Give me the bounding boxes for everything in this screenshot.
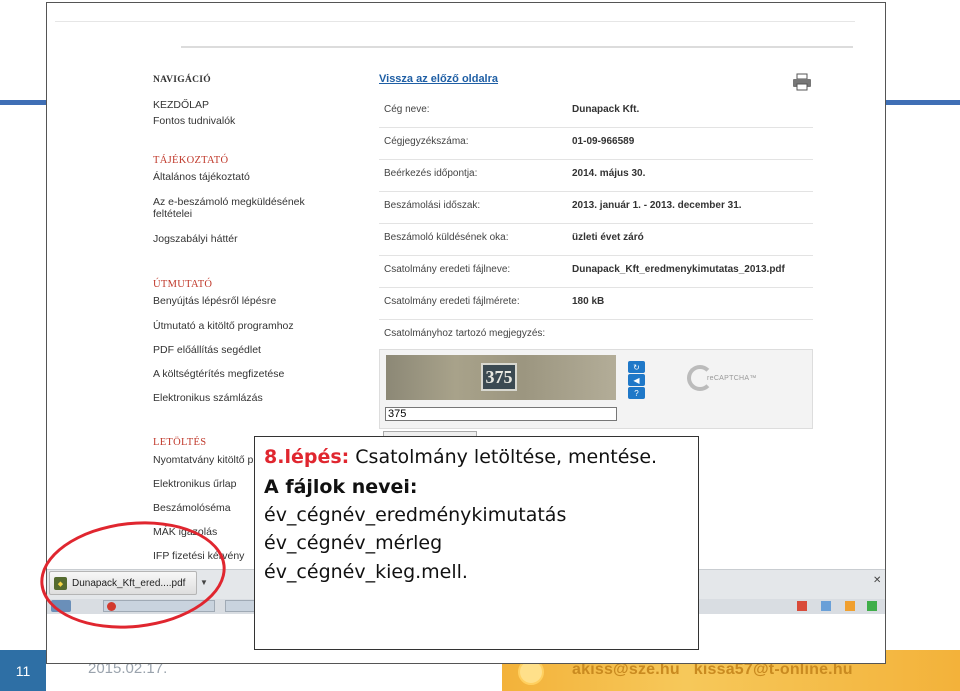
detail-label: Beszámolási időszak:: [384, 200, 481, 211]
callout-filename-2: év_cégnév_mérleg: [264, 532, 443, 554]
recaptcha-label: reCAPTCHA™: [707, 375, 757, 382]
tray-icon[interactable]: [821, 601, 831, 611]
sidebar-item-fees[interactable]: A költségtérítés megfizetése: [153, 368, 313, 380]
sidebar-item-info[interactable]: Fontos tudnivalók: [153, 115, 313, 127]
slide-accent-bar-right: [886, 100, 960, 105]
detail-row: Beszámolási időszak: 2013. január 1. - 2…: [379, 191, 813, 224]
detail-value: 01-09-966589: [572, 136, 635, 147]
nav-section-tajekoztato: TÁJÉKOZTATÓ: [153, 155, 229, 166]
slide-accent-bar-left: [0, 100, 46, 105]
callout-heading: A fájlok nevei:: [264, 476, 418, 498]
detail-label: Csatolmány eredeti fájlmérete:: [384, 296, 520, 307]
detail-value: üzleti évet záró: [572, 232, 644, 243]
instruction-callout: 8.lépés: Csatolmány letöltése, mentése. …: [254, 436, 699, 650]
sidebar-item-billing[interactable]: Elektronikus számlázás: [153, 392, 313, 404]
detail-row: Csatolmány eredeti fájlmérete: 180 kB: [379, 287, 813, 320]
help-icon[interactable]: ?: [628, 387, 645, 399]
sidebar-item-legal[interactable]: Jogszabályi háttér: [153, 233, 313, 245]
sidebar-item-pdf-helper[interactable]: PDF előállítás segédlet: [153, 344, 313, 356]
detail-label: Beérkezés időpontja:: [384, 168, 478, 179]
nav-section-letoltes: LETÖLTÉS: [153, 437, 207, 448]
tray-icon[interactable]: [867, 601, 877, 611]
detail-row: Cég neve: Dunapack Kft.: [379, 95, 813, 128]
sidebar-item-general[interactable]: Általános tájékoztató: [153, 171, 313, 183]
sidebar-item-steps[interactable]: Benyújtás lépésről lépésre: [153, 295, 313, 307]
printer-icon[interactable]: [792, 73, 812, 91]
detail-value: 2014. május 30.: [572, 168, 646, 179]
captcha-plate-number: 375: [481, 363, 517, 391]
callout-filename-3: év_cégnév_kieg.mell.: [264, 561, 468, 583]
system-tray: [787, 601, 885, 612]
callout-filename-1: év_cégnév_eredménykimutatás: [264, 504, 567, 526]
detail-row: Beszámoló küldésének oka: üzleti évet zá…: [379, 223, 813, 256]
nav-section-utmutato: ÚTMUTATÓ: [153, 279, 213, 290]
nav-heading: NAVIGÁCIÓ: [153, 75, 211, 85]
slide-number: 11: [0, 650, 46, 691]
detail-row: Csatolmányhoz tartozó megjegyzés:: [379, 319, 813, 351]
detail-row: Csatolmány eredeti fájlneve: Dunapack_Kf…: [379, 255, 813, 288]
captcha-input[interactable]: 375: [385, 407, 617, 421]
detail-label: Beszámoló küldésének oka:: [384, 232, 509, 243]
divider: [55, 21, 855, 22]
detail-value: 2013. január 1. - 2013. december 31.: [572, 200, 742, 211]
tray-icon[interactable]: [845, 601, 855, 611]
detail-label: Cég neve:: [384, 104, 430, 115]
close-icon[interactable]: ✕: [873, 575, 881, 586]
detail-label: Csatolmány eredeti fájlneve:: [384, 264, 511, 275]
sidebar-item-conditions[interactable]: Az e-beszámoló megküldésének feltételei: [153, 196, 308, 220]
detail-value: 180 kB: [572, 296, 605, 307]
refresh-icon[interactable]: ↻: [628, 361, 645, 373]
detail-label: Cégjegyzékszáma:: [384, 136, 469, 147]
callout-step-text: Csatolmány letöltése, mentése.: [349, 446, 658, 468]
detail-row: Cégjegyzékszáma: 01-09-966589: [379, 127, 813, 160]
back-link[interactable]: Vissza az előző oldalra: [379, 73, 498, 85]
detail-value: Dunapack Kft.: [572, 104, 640, 115]
tray-icon[interactable]: [797, 601, 807, 611]
callout-step-number: 8.lépés:: [264, 446, 350, 468]
detail-row: Beérkezés időpontja: 2014. május 30.: [379, 159, 813, 192]
callout-step-line: 8.lépés: Csatolmány letöltése, mentése.: [264, 446, 657, 468]
attachment-filename-link[interactable]: Dunapack_Kft_eredmenykimutatas_2013.pdf: [572, 264, 785, 275]
sidebar-item-home[interactable]: KEZDŐLAP: [153, 99, 313, 111]
audio-icon[interactable]: ◀: [628, 374, 645, 386]
detail-label: Csatolmányhoz tartozó megjegyzés:: [384, 328, 546, 339]
divider: [181, 46, 853, 48]
sidebar-item-guide[interactable]: Útmutató a kitöltő programhoz: [153, 320, 313, 332]
